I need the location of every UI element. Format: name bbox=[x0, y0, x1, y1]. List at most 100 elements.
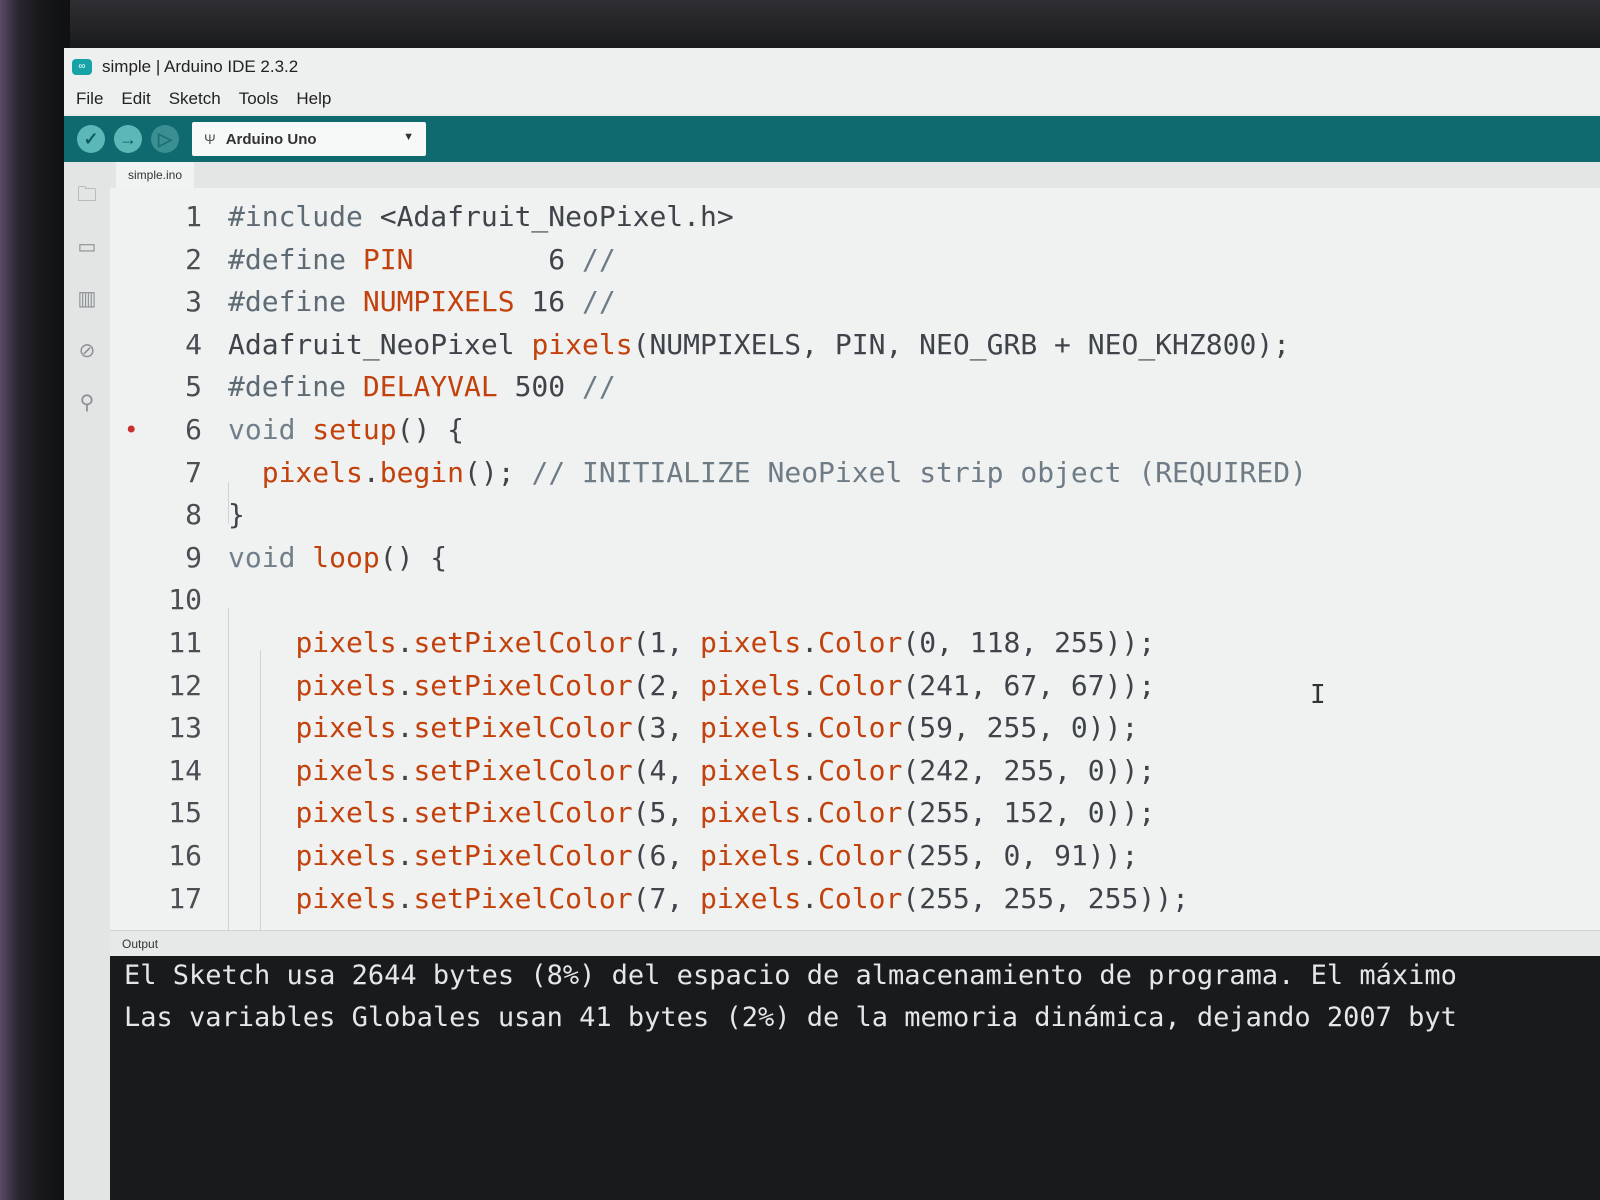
line-number: 9 bbox=[185, 540, 202, 574]
line-number: 10 bbox=[168, 583, 202, 617]
code-token: . bbox=[801, 753, 819, 787]
tab-bar: simple.ino bbox=[110, 162, 1600, 188]
code-line: 3 #define NUMPIXELS 16 // bbox=[110, 281, 1600, 323]
code-token: pixels bbox=[531, 327, 633, 361]
code-text: pixels.setPixelColor(3, pixels.Color(59,… bbox=[228, 707, 1138, 749]
ide-window: ∞ simple | Arduino IDE 2.3.2 File Edit S… bbox=[64, 48, 1600, 1200]
code-token: . bbox=[801, 668, 819, 702]
code-token: (5, bbox=[632, 796, 701, 830]
search-icon[interactable]: ⚲ bbox=[74, 390, 100, 416]
toolbar: ✓ → ▷ Ψ Arduino Uno ▼ bbox=[64, 116, 1600, 162]
menu-edit[interactable]: Edit bbox=[121, 89, 150, 109]
code-token: pixels bbox=[700, 839, 802, 872]
code-token: . bbox=[801, 626, 819, 659]
code-token: (); bbox=[464, 455, 532, 489]
code-token: Adafruit_NeoPixel bbox=[228, 327, 532, 361]
line-number: 5 bbox=[185, 370, 202, 404]
code-token: (7, bbox=[632, 881, 701, 915]
line-number: 13 bbox=[168, 711, 202, 745]
code-line: 7 pixels.begin(); // INITIALIZE NeoPixel… bbox=[110, 452, 1600, 494]
usb-icon: Ψ bbox=[204, 131, 216, 147]
code-token: pixels bbox=[700, 753, 802, 787]
line-number: 7 bbox=[185, 455, 202, 489]
line-number: 2 bbox=[185, 242, 202, 276]
output-console[interactable]: El Sketch usa 2644 bytes (8%) del espaci… bbox=[110, 956, 1600, 1200]
code-token: #define bbox=[228, 285, 363, 319]
output-line: Las variables Globales usan 41 bytes (2%… bbox=[124, 1002, 1457, 1033]
code-token: 16 bbox=[514, 285, 583, 319]
code-token: setPixelColor bbox=[413, 839, 633, 872]
code-token: Color bbox=[818, 796, 903, 830]
code-text: pixels.setPixelColor(1, pixels.Color(0, … bbox=[228, 622, 1155, 664]
sidebar: 🗀 ▭ ▥ ⊘ ⚲ bbox=[64, 162, 110, 1200]
code-token: . bbox=[396, 753, 414, 787]
code-token: (255, 0, 91)); bbox=[902, 839, 1139, 872]
code-text: Adafruit_NeoPixel pixels(NUMPIXELS, PIN,… bbox=[228, 324, 1290, 366]
code-line: 13 pixels.setPixelColor(3, pixels.Color(… bbox=[110, 707, 1600, 749]
code-token: Color bbox=[818, 881, 903, 915]
code-line: • 6 void setup() { bbox=[110, 409, 1600, 451]
board-selector[interactable]: Ψ Arduino Uno ▼ bbox=[192, 122, 426, 156]
code-token: . bbox=[396, 796, 414, 830]
code-token: (4, bbox=[632, 753, 701, 787]
code-token: . bbox=[396, 626, 414, 659]
monitor-bezel-left bbox=[0, 0, 70, 1200]
window-title: simple | Arduino IDE 2.3.2 bbox=[102, 57, 299, 76]
code-token: (2, bbox=[632, 668, 701, 702]
verify-button[interactable]: ✓ bbox=[77, 125, 105, 153]
code-token: pixels bbox=[700, 711, 802, 745]
output-tab[interactable]: Output bbox=[114, 931, 167, 959]
code-token: DELAYVAL bbox=[362, 370, 498, 404]
code-text: void setup() { bbox=[228, 409, 464, 451]
code-token: setPixelColor bbox=[413, 796, 633, 830]
code-token: <Adafruit_NeoPixel.h> bbox=[379, 200, 734, 233]
code-token: (255, 255, 255)); bbox=[902, 881, 1189, 915]
code-token: . bbox=[396, 711, 414, 745]
code-token: () { bbox=[396, 413, 465, 446]
code-token: begin bbox=[379, 455, 465, 489]
code-token: . bbox=[801, 796, 819, 830]
boards-manager-icon[interactable]: ▭ bbox=[74, 234, 100, 260]
code-line: 10 bbox=[110, 579, 1600, 621]
upload-button[interactable]: → bbox=[114, 125, 142, 153]
code-line: 2 #define PIN 6 // bbox=[110, 239, 1600, 281]
menu-sketch[interactable]: Sketch bbox=[169, 89, 221, 109]
code-text: void loop() { bbox=[228, 537, 447, 579]
line-number: 8 bbox=[185, 498, 202, 532]
code-token: pixels bbox=[700, 796, 802, 830]
menu-file[interactable]: File bbox=[76, 89, 103, 109]
code-text: pixels.begin(); // INITIALIZE NeoPixel s… bbox=[228, 452, 1307, 494]
code-line: 17 pixels.setPixelColor(7, pixels.Color(… bbox=[110, 878, 1600, 920]
code-token: . bbox=[801, 711, 819, 745]
debug-panel-icon[interactable]: ⊘ bbox=[74, 338, 100, 364]
code-token: (1, bbox=[632, 626, 701, 659]
code-token: #define bbox=[228, 242, 363, 276]
menu-help[interactable]: Help bbox=[296, 89, 331, 109]
line-number: 11 bbox=[168, 626, 202, 659]
code-token: pixels bbox=[261, 455, 363, 489]
code-token: Color bbox=[818, 626, 903, 659]
line-number: 6 bbox=[185, 413, 202, 446]
code-token: // INITIALIZE NeoPixel strip object (REQ… bbox=[531, 455, 1307, 489]
code-token: setup bbox=[312, 413, 397, 446]
code-token: (241, 67, 67)); bbox=[902, 668, 1156, 702]
code-text: } bbox=[228, 494, 245, 536]
code-token: void bbox=[228, 540, 313, 574]
line-number: 4 bbox=[185, 327, 202, 361]
menu-tools[interactable]: Tools bbox=[239, 89, 279, 109]
debug-button[interactable]: ▷ bbox=[151, 125, 179, 153]
code-line: 16 pixels.setPixelColor(6, pixels.Color(… bbox=[110, 835, 1600, 877]
code-editor[interactable]: I 1 #include <Adafruit_NeoPixel.h> 2 #defin… bbox=[110, 188, 1600, 930]
code-line: 14 pixels.setPixelColor(4, pixels.Color(… bbox=[110, 750, 1600, 792]
library-manager-icon[interactable]: ▥ bbox=[74, 286, 100, 312]
code-text: #define NUMPIXELS 16 // bbox=[228, 281, 616, 323]
code-token: // bbox=[582, 285, 616, 319]
code-token: (0, 118, 255)); bbox=[902, 626, 1156, 659]
code-token: (242, 255, 0)); bbox=[902, 753, 1156, 787]
tab-simple-ino[interactable]: simple.ino bbox=[116, 162, 195, 188]
output-line: El Sketch usa 2644 bytes (8%) del espaci… bbox=[124, 960, 1457, 991]
folder-icon[interactable]: 🗀 bbox=[74, 182, 100, 208]
code-text: #define DELAYVAL 500 // bbox=[228, 366, 616, 408]
